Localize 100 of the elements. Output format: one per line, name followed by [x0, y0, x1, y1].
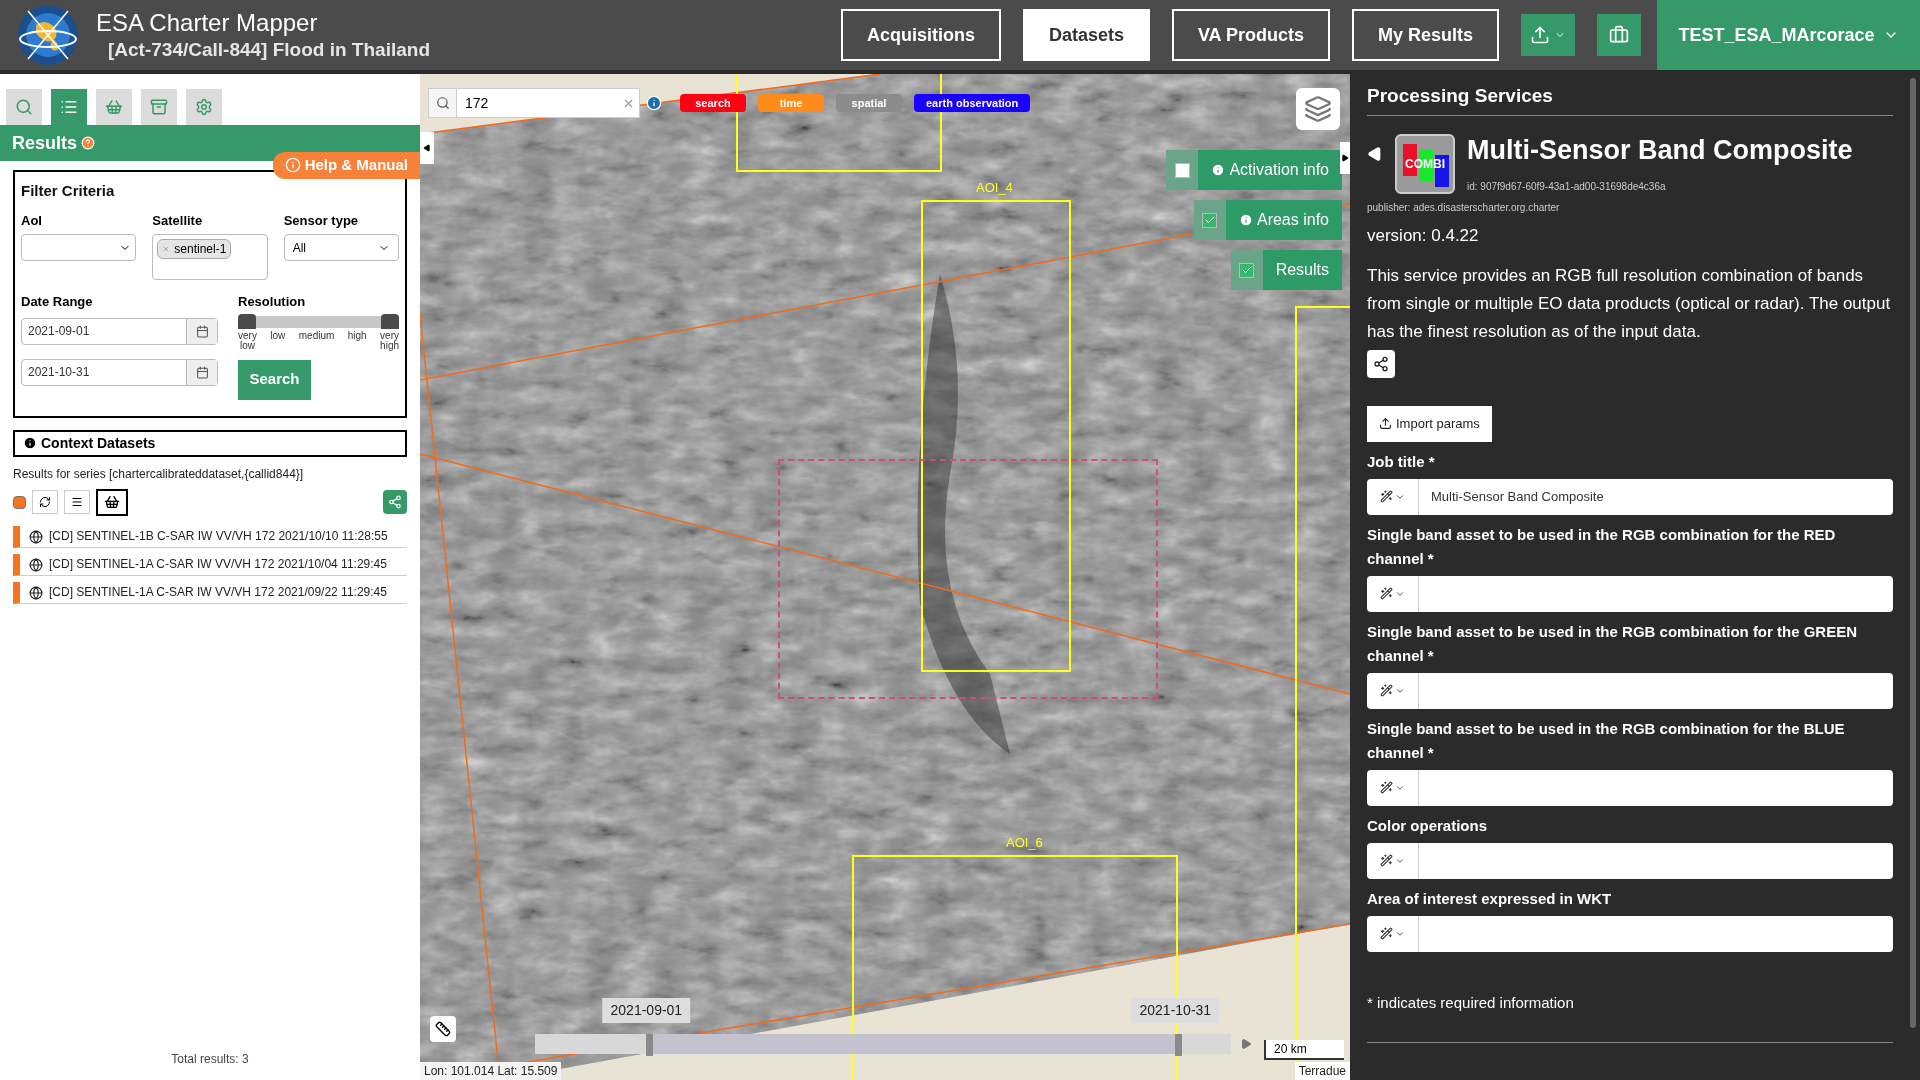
magic-wand-icon: [1380, 927, 1393, 941]
filter-chip[interactable]: search: [680, 94, 746, 112]
param-input[interactable]: [1367, 915, 1893, 952]
dataset-item[interactable]: [CD] SENTINEL-1A C-SAR IW VV/VH 172 2021/09/22 11:29:45: [13, 581, 407, 604]
map-search-field[interactable]: 172: [428, 88, 640, 118]
left-arrow-icon: [423, 144, 431, 152]
param-input[interactable]: [1367, 842, 1893, 879]
globe-icon: [29, 585, 43, 600]
upload-icon: [1530, 25, 1550, 45]
back-arrow-icon[interactable]: [1367, 145, 1383, 162]
layer-toggle-button[interactable]: Results: [1262, 250, 1342, 290]
required-note: * indicates required information: [1367, 992, 1575, 1013]
settings-icon: [195, 98, 213, 116]
param-input[interactable]: [1367, 769, 1893, 806]
resolution-slider[interactable]: [238, 313, 399, 328]
info-icon: [1211, 163, 1226, 177]
basket-icon: [104, 494, 120, 510]
filter-chip[interactable]: earth observation: [914, 94, 1031, 112]
logo-text: COMBI: [1405, 155, 1445, 173]
scrollbar[interactable]: [1910, 78, 1916, 1028]
play-button[interactable]: [1240, 1036, 1252, 1052]
sidebar-tab[interactable]: [51, 89, 87, 125]
add-to-basket-button[interactable]: [96, 488, 128, 516]
param-input[interactable]: [1367, 575, 1893, 612]
share-button[interactable]: [1367, 349, 1395, 378]
series-text: Results for series [chartercalibrateddataset,{callid844}]: [13, 465, 305, 483]
measure-button[interactable]: [430, 1016, 456, 1042]
help-icon[interactable]: [81, 136, 96, 150]
right-arrow-icon: [1341, 154, 1349, 162]
expand-right-button[interactable]: [1340, 142, 1350, 174]
nav-button[interactable]: VA Products: [1171, 9, 1330, 61]
service-title: Multi-Sensor Band Composite: [1467, 133, 1853, 167]
list-button[interactable]: [64, 490, 90, 514]
select-all-checkbox[interactable]: [13, 495, 26, 509]
layer-checkbox[interactable]: [1174, 162, 1190, 178]
briefcase-button[interactable]: [1597, 14, 1641, 56]
aoi-label: AOI_6: [1006, 834, 1043, 852]
scale-bar: 20 km: [1264, 1040, 1344, 1060]
play-icon: [1240, 1038, 1252, 1050]
collapse-left-button[interactable]: [420, 132, 434, 164]
user-menu[interactable]: TEST_ESA_MArcorace: [1657, 0, 1920, 70]
layer-toggle-button[interactable]: Areas info: [1225, 200, 1342, 240]
date-value: 2021-10-31: [27, 364, 91, 381]
dataset-item[interactable]: [CD] SENTINEL-1A C-SAR IW VV/VH 172 2021/10/04 11:29:45: [13, 553, 407, 576]
version-text: version: 0.4.22: [1367, 225, 1480, 248]
nav-button[interactable]: My Results: [1351, 9, 1499, 61]
param-input[interactable]: Multi-Sensor Band Composite: [1367, 478, 1893, 515]
remove-icon: [162, 245, 171, 253]
layer-toggle-button[interactable]: Activation info: [1198, 150, 1342, 190]
sidebar-tab[interactable]: [141, 89, 177, 125]
archive-box-icon: [150, 98, 168, 116]
info-icon[interactable]: [646, 95, 662, 111]
refresh-button[interactable]: [32, 490, 58, 514]
calendar-button[interactable]: [186, 359, 217, 385]
map-view[interactable]: AOI_4 AOI_6 172 search time spatial earth observation Activation info Areas info Results 2021-09-01 2021-10-31 Lon: 101.014 Lat: 15.509 20 km Terradue: [420, 74, 1350, 1080]
layers-button[interactable]: [1296, 88, 1340, 130]
layer-checkbox[interactable]: [1202, 212, 1218, 228]
satellite-select[interactable]: sentinel-1: [152, 234, 268, 280]
nav-button[interactable]: Datasets: [1022, 9, 1150, 61]
timeline-handle[interactable]: [646, 1034, 654, 1056]
date-input[interactable]: 2021-10-31: [21, 358, 218, 386]
satellite-tag[interactable]: sentinel-1: [157, 239, 232, 259]
layer-checkbox[interactable]: [1239, 262, 1255, 278]
date-value: 2021-09-01: [27, 323, 91, 340]
date-input[interactable]: 2021-09-01: [21, 317, 218, 345]
slider-handle[interactable]: [381, 313, 399, 329]
nav-button[interactable]: Acquisitions: [840, 9, 1001, 61]
timeline-date-label: 2021-10-31: [1131, 998, 1220, 1023]
calendar-button[interactable]: [186, 318, 217, 344]
service-id: id: 907f9d67-60f9-43a1-ad00-31698de4c36a: [1467, 180, 1667, 195]
sensor-type-select[interactable]: All: [283, 234, 399, 261]
list-icon: [60, 98, 78, 116]
import-params-button[interactable]: Import params: [1367, 405, 1492, 442]
sidebar-tab[interactable]: [186, 89, 222, 125]
field-label: Single band asset to be used in the RGB combination for the BLUE channel *: [1367, 718, 1846, 763]
ruler-icon: [435, 1021, 451, 1037]
context-title: Context Datasets: [41, 433, 156, 453]
input-value: Multi-Sensor Band Composite: [1430, 488, 1605, 506]
upload-button[interactable]: [1521, 14, 1575, 56]
refresh-icon: [39, 496, 51, 508]
field-label: Resolution: [238, 293, 307, 311]
magic-wand-icon: [1380, 781, 1393, 795]
search-button[interactable]: Search: [238, 359, 311, 400]
check-icon: [1240, 264, 1253, 276]
dataset-title: [CD] SENTINEL-1B C-SAR IW VV/VH 172 2021/10/10 11:28:55: [49, 528, 388, 544]
dataset-item[interactable]: [CD] SENTINEL-1B C-SAR IW VV/VH 172 2021/10/10 11:28:55: [13, 525, 407, 548]
briefcase-icon: [1609, 25, 1629, 45]
slider-handle[interactable]: [238, 313, 256, 329]
dataset-title: [CD] SENTINEL-1A C-SAR IW VV/VH 172 2021/10/04 11:29:45: [49, 556, 387, 572]
map-attribution: Terradue: [1294, 1062, 1350, 1080]
param-input[interactable]: [1367, 672, 1893, 709]
search-icon: [15, 98, 33, 116]
coordinates-readout: Lon: 101.014 Lat: 15.509: [420, 1062, 562, 1080]
publisher-text: publisher: ades.disasterscharter.org.charter: [1367, 201, 1561, 216]
timeline-handle[interactable]: [1175, 1034, 1183, 1056]
search-input[interactable]: 172: [457, 92, 622, 114]
sidebar-tab[interactable]: [96, 89, 132, 125]
aoi-label: AOI_4: [976, 179, 1013, 197]
info-icon: [284, 157, 301, 174]
magic-wand-icon: [1380, 684, 1393, 698]
